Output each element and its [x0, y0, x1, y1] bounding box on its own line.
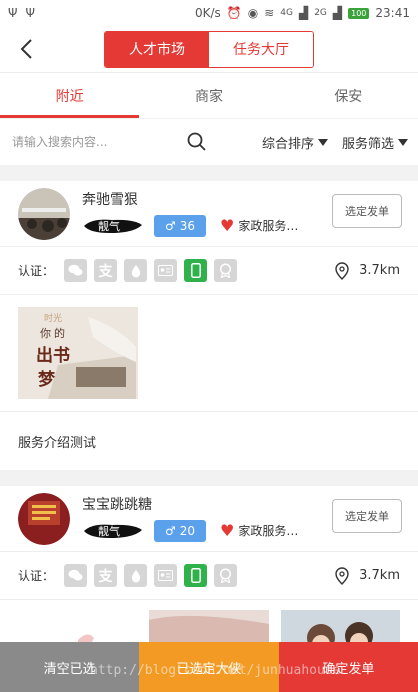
signal-4g-icon: 4G: [280, 8, 293, 18]
tab-security[interactable]: 保安: [279, 73, 418, 118]
wechat-icon: [64, 259, 88, 282]
alipay-icon: 支: [94, 259, 118, 282]
segment-talent-market[interactable]: 人才市场: [105, 31, 209, 67]
distance-value: 3.7km: [359, 263, 400, 278]
certification-label: 认证：: [18, 569, 55, 583]
confirm-order-button[interactable]: 确定发单: [278, 642, 418, 692]
signal-icon: ▟: [332, 6, 343, 20]
photo-list: 时光 你 的 出书 梦: [0, 295, 418, 412]
service-type: ♥ 家政服务…: [220, 521, 298, 540]
location-pin-icon: [335, 261, 349, 280]
service-description: 服务介绍测试: [18, 435, 97, 451]
avatar[interactable]: [18, 492, 70, 545]
style-tag: 靓气: [82, 216, 144, 236]
style-tag-label: 靓气: [98, 524, 120, 538]
location-pin-icon: [335, 566, 349, 585]
signal-2g-icon: 2G: [314, 8, 327, 18]
badge-icon: [214, 259, 238, 282]
triangle-down-icon: [317, 138, 328, 146]
tab-nearby[interactable]: 附近: [0, 73, 140, 118]
service-photo[interactable]: 时光 你 的 出书 梦: [18, 307, 138, 399]
chevron-left-icon: [20, 39, 32, 59]
tab-merchant[interactable]: 商家: [139, 73, 278, 118]
provider-card: 奔驰雪狠 靓气 ♂ 36 ♥ 家政服务… 选定发单 认证： 支 3.7km 时光…: [0, 181, 418, 470]
wifi-icon: ≋: [264, 6, 275, 20]
male-icon: ♂: [164, 523, 176, 538]
status-bar: Ψ Ψ 0K/s ⏰ ◉ ≋ 4G ▟ 2G ▟ 100 23:41: [0, 0, 418, 26]
photo-text: 出书: [36, 346, 70, 366]
photo-text: 的: [54, 327, 65, 340]
clear-selection-button[interactable]: 清空已选: [0, 642, 140, 692]
network-speed: 0K/s: [194, 6, 221, 20]
search-icon[interactable]: [186, 131, 208, 153]
service-filter-dropdown[interactable]: 服务筛选: [342, 133, 408, 152]
header: 人才市场 任务大厅: [0, 26, 418, 72]
clock: 23:41: [375, 6, 410, 20]
heart-icon: ♥: [220, 521, 235, 540]
certification-row: 认证： 支 3.7km: [0, 552, 418, 600]
distance: 3.7km: [335, 261, 400, 280]
male-icon: ♂: [164, 218, 176, 233]
style-tag-label: 靓气: [98, 219, 120, 233]
triangle-down-icon: [398, 138, 408, 146]
gender-age-badge: ♂ 20: [154, 519, 206, 542]
search-input[interactable]: [12, 135, 186, 149]
id-card-icon: [154, 564, 178, 587]
avatar[interactable]: [18, 187, 70, 240]
service-type-label: 家政服务…: [238, 219, 299, 233]
provider-card-header: 奔驰雪狠 靓气 ♂ 36 ♥ 家政服务… 选定发单: [0, 181, 418, 247]
provider-card-header: 宝宝跳跳糖 靓气 ♂ 20 ♥ 家政服务… 选定发单: [0, 486, 418, 552]
signal-icon: ▟: [298, 6, 309, 20]
alarm-icon: ⏰: [226, 6, 242, 20]
distance-value: 3.7km: [359, 568, 400, 583]
age-value: 36: [179, 218, 196, 233]
wechat-icon: [64, 564, 88, 587]
market-segmented-control: 人才市场 任务大厅: [104, 30, 314, 68]
photo-text: 你: [40, 327, 51, 340]
provider-card: 宝宝跳跳糖 靓气 ♂ 20 ♥ 家政服务… 选定发单 认证： 支 3.7km: [0, 486, 418, 660]
bottom-action-bar: 清空已选 已选定大侠 确定发单: [0, 642, 418, 692]
selected-providers-button[interactable]: 已选定大侠: [139, 642, 279, 692]
id-card-icon: [154, 259, 178, 282]
sort-dropdown[interactable]: 综合排序: [262, 133, 328, 152]
phone-icon: [184, 564, 208, 587]
service-type-label: 家政服务…: [238, 524, 299, 538]
usb-icon: Ψ: [8, 6, 18, 20]
category-tabs: 附近 商家 保安: [0, 72, 418, 118]
badge-icon: [214, 564, 238, 587]
usb-icon: Ψ: [25, 6, 35, 20]
photo-text: 梦: [38, 370, 55, 390]
filter-bar: 综合排序 服务筛选: [0, 119, 418, 165]
segment-task-hall[interactable]: 任务大厅: [209, 31, 313, 67]
certification-row: 认证： 支 3.7km: [0, 247, 418, 295]
select-order-button[interactable]: 选定发单: [332, 194, 402, 228]
select-order-button[interactable]: 选定发单: [332, 499, 402, 533]
phone-icon: [184, 259, 208, 282]
service-type: ♥ 家政服务…: [220, 216, 298, 235]
alipay-icon: 支: [94, 564, 118, 587]
service-filter-label: 服务筛选: [341, 136, 394, 152]
certification-label: 认证：: [18, 264, 55, 278]
sort-dropdown-label: 综合排序: [261, 136, 314, 152]
gender-age-badge: ♂ 36: [154, 214, 206, 237]
photo-caption: 时光: [44, 314, 63, 324]
water-drop-icon: [124, 564, 148, 587]
style-tag: 靓气: [82, 521, 144, 541]
water-drop-icon: [124, 259, 148, 282]
back-button[interactable]: [14, 36, 38, 62]
distance: 3.7km: [335, 566, 400, 585]
age-value: 20: [179, 523, 196, 538]
eye-icon: ◉: [247, 6, 259, 20]
heart-icon: ♥: [220, 216, 235, 235]
battery-icon: 100: [348, 7, 370, 19]
